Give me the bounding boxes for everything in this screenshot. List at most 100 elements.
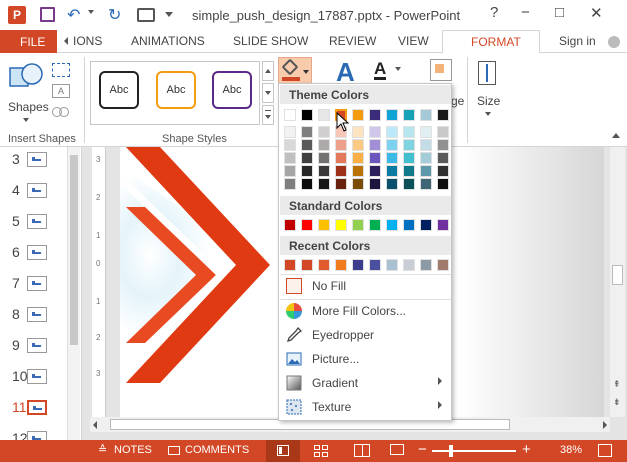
standard-color-swatch[interactable]	[369, 219, 381, 231]
recent-color-swatch[interactable]	[301, 259, 313, 271]
theme-shade-swatch[interactable]	[284, 126, 296, 138]
theme-shade-swatch[interactable]	[318, 178, 330, 190]
thumb-scrollbar-thumb[interactable]	[70, 155, 78, 345]
standard-color-swatch[interactable]	[420, 219, 432, 231]
theme-shade-swatch[interactable]	[301, 178, 313, 190]
tab-slide-show[interactable]: SLIDE SHOW	[233, 34, 308, 48]
merge-shapes-icon[interactable]	[52, 105, 70, 119]
size-button[interactable]: Size	[472, 59, 504, 123]
h-scroll-left-icon[interactable]	[93, 421, 97, 429]
standard-color-swatch[interactable]	[437, 219, 449, 231]
theme-shade-swatch[interactable]	[301, 165, 313, 177]
theme-shade-swatch[interactable]	[403, 178, 415, 190]
standard-color-swatch[interactable]	[318, 219, 330, 231]
thumb-scrollbar[interactable]	[67, 147, 80, 440]
picture-item[interactable]: Picture...	[280, 348, 451, 370]
zoom-slider-track[interactable]	[432, 450, 516, 452]
texture-item[interactable]: Texture	[280, 396, 451, 418]
eyedropper-item[interactable]: Eyedropper	[280, 324, 451, 346]
slide-thumbnail[interactable]	[27, 276, 47, 291]
help-button[interactable]: ?	[490, 4, 498, 21]
tab-transitions[interactable]: IONS	[73, 34, 102, 48]
theme-color-swatch[interactable]	[420, 109, 432, 121]
theme-shade-swatch[interactable]	[420, 126, 432, 138]
recent-color-swatch[interactable]	[335, 259, 347, 271]
vertical-scrollbar[interactable]: ⇞ ⇟	[610, 147, 625, 417]
slide-thumbnail[interactable]	[27, 338, 47, 353]
h-scroll-right-icon[interactable]	[603, 421, 607, 429]
notes-button[interactable]: ≙ NOTES	[98, 440, 158, 462]
gradient-item[interactable]: Gradient	[280, 372, 451, 394]
no-fill-item[interactable]: No Fill	[280, 275, 451, 297]
theme-shade-swatch[interactable]	[352, 165, 364, 177]
theme-shade-swatch[interactable]	[318, 152, 330, 164]
theme-shade-swatch[interactable]	[352, 178, 364, 190]
theme-shade-swatch[interactable]	[318, 139, 330, 151]
scroll-thumb[interactable]	[612, 265, 623, 285]
fit-to-window-icon[interactable]	[598, 444, 612, 457]
theme-shade-swatch[interactable]	[437, 165, 449, 177]
standard-color-swatch[interactable]	[284, 219, 296, 231]
recent-color-swatch[interactable]	[352, 259, 364, 271]
theme-shade-swatch[interactable]	[301, 139, 313, 151]
zoom-in-button[interactable]: +	[522, 441, 531, 458]
theme-shade-swatch[interactable]	[335, 139, 347, 151]
slide-thumbnail[interactable]	[27, 214, 47, 229]
theme-shade-swatch[interactable]	[284, 152, 296, 164]
shape-style-2[interactable]: Abc	[156, 71, 196, 109]
theme-shade-swatch[interactable]	[437, 152, 449, 164]
comments-button[interactable]: COMMENTS	[168, 440, 250, 462]
recent-color-swatch[interactable]	[284, 259, 296, 271]
file-tab[interactable]: FILE	[0, 30, 57, 53]
zoom-out-button[interactable]: −	[418, 441, 427, 458]
theme-shade-swatch[interactable]	[386, 126, 398, 138]
tab-format[interactable]: FORMAT	[442, 30, 540, 54]
undo-dropdown-icon[interactable]	[88, 10, 94, 14]
theme-shade-swatch[interactable]	[420, 165, 432, 177]
theme-shade-swatch[interactable]	[369, 152, 381, 164]
normal-view-button[interactable]	[266, 440, 300, 462]
theme-color-swatch[interactable]	[318, 109, 330, 121]
text-fill-icon[interactable]: A	[374, 60, 387, 80]
gallery-scroll-down-icon[interactable]	[262, 83, 274, 103]
theme-shade-swatch[interactable]	[437, 139, 449, 151]
undo-icon[interactable]: ↶	[67, 5, 80, 25]
recent-color-swatch[interactable]	[318, 259, 330, 271]
theme-shade-swatch[interactable]	[420, 152, 432, 164]
theme-shade-swatch[interactable]	[284, 178, 296, 190]
standard-color-swatch[interactable]	[301, 219, 313, 231]
theme-shade-swatch[interactable]	[335, 178, 347, 190]
theme-shade-swatch[interactable]	[369, 139, 381, 151]
theme-color-swatch[interactable]	[284, 109, 296, 121]
theme-shade-swatch[interactable]	[386, 139, 398, 151]
theme-color-swatch[interactable]	[301, 109, 313, 121]
slide-thumbnail[interactable]	[27, 307, 47, 322]
slide-thumbnail[interactable]	[27, 369, 47, 384]
minimize-button[interactable]: −	[521, 4, 530, 21]
slide-sorter-icon[interactable]	[314, 445, 328, 457]
text-fill-dropdown-icon[interactable]	[395, 67, 401, 71]
theme-shade-swatch[interactable]	[352, 139, 364, 151]
maximize-button[interactable]: □	[555, 4, 564, 21]
standard-color-swatch[interactable]	[335, 219, 347, 231]
theme-color-swatch[interactable]	[386, 109, 398, 121]
theme-shade-swatch[interactable]	[352, 152, 364, 164]
gallery-more-icon[interactable]	[262, 105, 274, 125]
shape-style-1[interactable]: Abc	[99, 71, 139, 109]
slide-thumbnail[interactable]	[27, 152, 47, 167]
collapse-ribbon-icon[interactable]	[612, 133, 620, 138]
theme-shade-swatch[interactable]	[335, 152, 347, 164]
theme-shade-swatch[interactable]	[369, 178, 381, 190]
redo-icon[interactable]: ↻	[108, 5, 121, 25]
theme-color-swatch[interactable]	[369, 109, 381, 121]
customize-qat-icon[interactable]	[165, 12, 173, 17]
close-button[interactable]: ✕	[590, 4, 603, 22]
standard-color-swatch[interactable]	[352, 219, 364, 231]
theme-shade-swatch[interactable]	[437, 126, 449, 138]
theme-shade-swatch[interactable]	[284, 139, 296, 151]
more-fill-colors-item[interactable]: More Fill Colors...	[280, 300, 451, 322]
tab-scroll-left-icon[interactable]	[64, 37, 68, 45]
theme-color-swatch[interactable]	[403, 109, 415, 121]
recent-color-swatch[interactable]	[420, 259, 432, 271]
edit-shape-icon[interactable]	[52, 63, 70, 77]
